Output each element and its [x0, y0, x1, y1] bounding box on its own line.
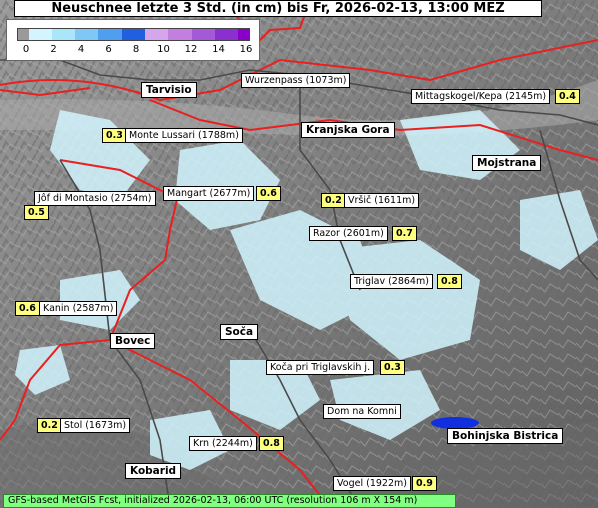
- point-label: Krn (2244m): [189, 436, 257, 451]
- point-label: Stol (1673m): [60, 418, 131, 433]
- point-label: Vršič (1611m): [344, 193, 420, 208]
- legend-tick: 12: [184, 44, 198, 55]
- snow-map: Neuschnee letzte 3 Std. (in cm) bis Fr, …: [0, 0, 598, 508]
- legend: 0 2 4 6 8 10 12 14 16: [6, 19, 260, 61]
- map-title: Neuschnee letzte 3 Std. (in cm) bis Fr, …: [14, 0, 542, 17]
- town-label: Bovec: [110, 333, 156, 349]
- legend-swatch: [51, 29, 76, 40]
- point-label: Triglav (2864m): [350, 274, 433, 289]
- point-label: Mittagskogel/Kepa (2145m): [411, 89, 551, 104]
- snow-value: 0.2: [321, 193, 346, 208]
- snow-value: 0.3: [380, 360, 405, 375]
- point-label: Koča pri Triglavskih j.: [266, 360, 375, 375]
- legend-tick: 0: [22, 44, 30, 55]
- town-label: Bohinjska Bistrica: [447, 428, 564, 444]
- point-label: Mangart (2677m): [163, 186, 255, 201]
- point-label: Wurzenpass (1073m): [241, 73, 351, 88]
- point-label: Vogel (1922m): [333, 476, 411, 491]
- legend-swatch: [215, 29, 239, 40]
- snow-value: 0.9: [412, 476, 437, 491]
- legend-swatch: [28, 29, 52, 40]
- legend-swatch: [168, 29, 192, 40]
- point-label: Dom na Komni: [323, 404, 401, 419]
- snow-value: 0.4: [555, 89, 580, 104]
- legend-tick: 8: [132, 44, 140, 55]
- snow-value: 0.8: [437, 274, 462, 289]
- snow-value: 0.5: [24, 205, 49, 220]
- legend-tick: 14: [212, 44, 225, 55]
- legend-swatch: [121, 29, 146, 40]
- town-label: Tarvisio: [141, 82, 197, 98]
- town-label: Mojstrana: [472, 155, 542, 171]
- snow-value: 0.3: [102, 128, 127, 143]
- point-label: Jôf di Montasio (2754m): [34, 191, 156, 206]
- snow-value: 0.6: [256, 186, 281, 201]
- legend-color-bar: [17, 28, 250, 41]
- snow-value: 0.2: [37, 418, 62, 433]
- town-label: Kobarid: [125, 463, 182, 479]
- legend-tick: 2: [50, 44, 57, 55]
- legend-tick: 10: [157, 44, 170, 55]
- legend-swatch: [75, 29, 99, 40]
- legend-swatch: [145, 29, 169, 40]
- snow-value: 0.7: [392, 226, 417, 241]
- snow-value: 0.6: [15, 301, 40, 316]
- town-label: Kranjska Gora: [301, 122, 395, 138]
- snow-value: 0.8: [259, 436, 284, 451]
- point-label: Razor (2601m): [309, 226, 388, 241]
- forecast-footer: GFS-based MetGIS Fcst, initialized 2026-…: [3, 494, 456, 508]
- legend-swatch: [18, 29, 29, 40]
- point-label: Kanin (2587m): [39, 301, 118, 316]
- town-label: Soča: [220, 324, 259, 340]
- legend-swatch: [98, 29, 122, 40]
- legend-swatch: [191, 29, 216, 40]
- legend-tick: 6: [105, 44, 112, 55]
- legend-tick: 4: [77, 44, 85, 55]
- legend-swatch: [238, 29, 249, 40]
- point-label: Monte Lussari (1788m): [125, 128, 243, 143]
- legend-tick: 16: [239, 44, 253, 55]
